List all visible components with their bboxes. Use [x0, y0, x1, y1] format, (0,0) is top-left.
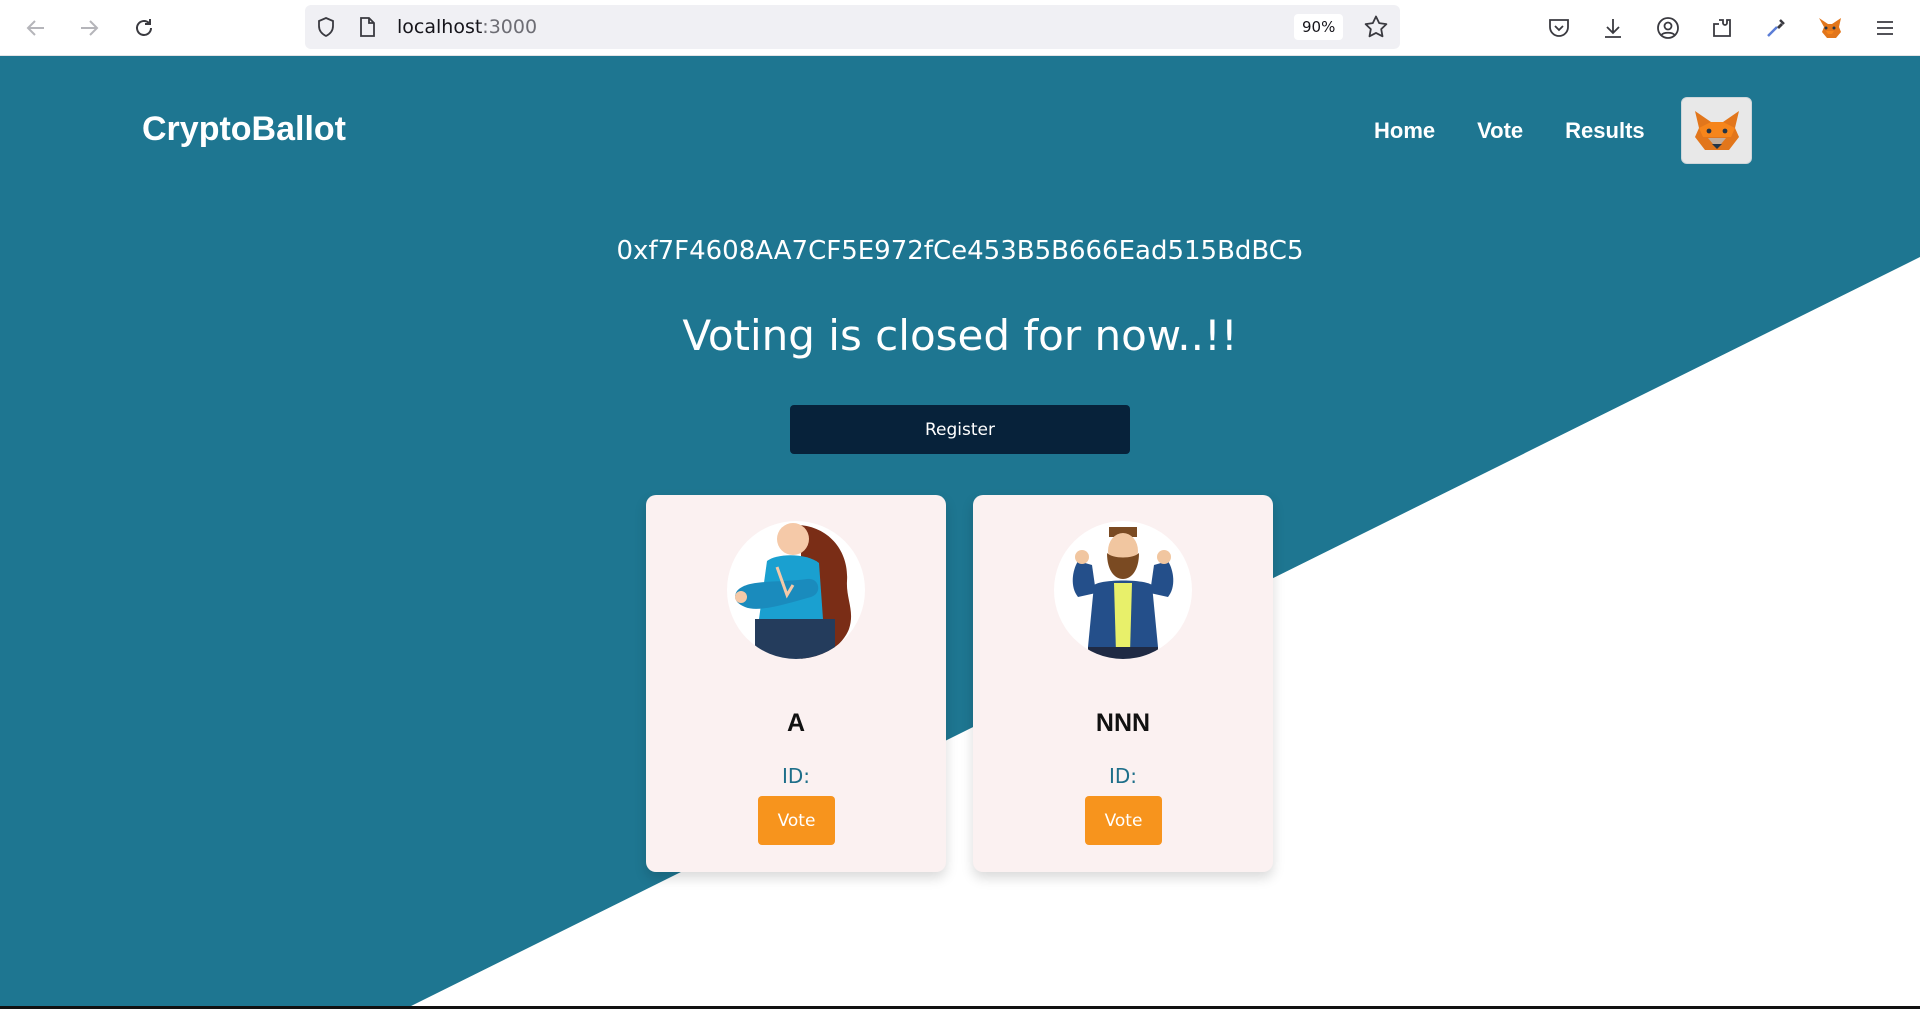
vote-button[interactable]: Vote: [758, 796, 835, 845]
woman-crossed-arms-avatar: [727, 521, 865, 659]
shield-icon[interactable]: [315, 16, 337, 42]
metamask-fox-icon: [1694, 110, 1739, 150]
zoom-badge[interactable]: 90%: [1294, 14, 1344, 40]
candidate-id-label: ID:: [1108, 764, 1138, 788]
candidate-name: NNN: [1095, 709, 1151, 737]
extensions-icon[interactable]: [1706, 12, 1738, 44]
candidate-id-label: ID:: [781, 764, 811, 788]
register-button[interactable]: Register: [790, 405, 1130, 454]
back-icon[interactable]: [20, 12, 52, 44]
nav-vote[interactable]: Vote: [1477, 118, 1523, 144]
candidate-card: NNN ID: Vote: [973, 495, 1273, 872]
page: CryptoBallot Home Vote Results 0xf7F4608…: [0, 56, 1920, 1009]
page-icon: [357, 16, 377, 42]
vote-button[interactable]: Vote: [1085, 796, 1162, 845]
site-nav: Home Vote Results: [1374, 118, 1687, 144]
bearded-man-thumbs-up-avatar: [1054, 521, 1192, 659]
candidate-name: A: [786, 709, 806, 737]
eyedropper-icon[interactable]: [1760, 12, 1792, 44]
account-icon[interactable]: [1652, 12, 1684, 44]
wallet-connect-button[interactable]: [1681, 97, 1752, 164]
metamask-fox-icon[interactable]: [1814, 12, 1846, 44]
reload-icon[interactable]: [128, 12, 160, 44]
url-text[interactable]: localhost:3000: [397, 16, 537, 38]
candidate-card: A ID: Vote: [646, 495, 946, 872]
nav-results[interactable]: Results: [1565, 118, 1644, 144]
wallet-address: 0xf7F4608AA7CF5E972fCe453B5B666Ead515BdB…: [616, 236, 1304, 266]
url-bar[interactable]: localhost:3000 90%: [305, 5, 1400, 49]
background-wedge: [405, 257, 1920, 1009]
brand-logo[interactable]: CryptoBallot: [142, 110, 346, 149]
download-icon[interactable]: [1597, 12, 1629, 44]
pocket-icon[interactable]: [1543, 12, 1575, 44]
forward-icon[interactable]: [73, 12, 105, 44]
menu-icon[interactable]: [1869, 12, 1901, 44]
browser-toolbar: localhost:3000 90%: [0, 0, 1920, 56]
voting-status-message: Voting is closed for now..!!: [682, 311, 1238, 360]
nav-home[interactable]: Home: [1374, 118, 1435, 144]
bookmark-star-icon[interactable]: [1363, 14, 1389, 44]
